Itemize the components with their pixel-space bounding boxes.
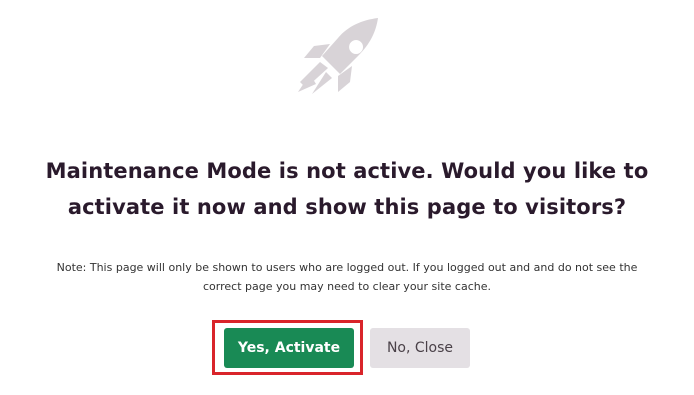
dialog-heading: Maintenance Mode is not active. Would yo… <box>20 153 674 225</box>
rocket-icon <box>298 18 378 94</box>
heading-line-2: activate it now and show this page to vi… <box>67 195 627 219</box>
note-line-1: Note: This page will only be shown to us… <box>56 261 638 274</box>
heading-line-1: Maintenance Mode is not active. Would yo… <box>45 159 649 183</box>
close-button[interactable]: No, Close <box>370 328 470 368</box>
maintenance-mode-dialog: Maintenance Mode is not active. Would yo… <box>0 0 694 395</box>
note-line-2: correct page you may need to clear your … <box>203 280 491 293</box>
dialog-note: Note: This page will only be shown to us… <box>20 258 674 296</box>
activate-button[interactable]: Yes, Activate <box>224 328 354 368</box>
